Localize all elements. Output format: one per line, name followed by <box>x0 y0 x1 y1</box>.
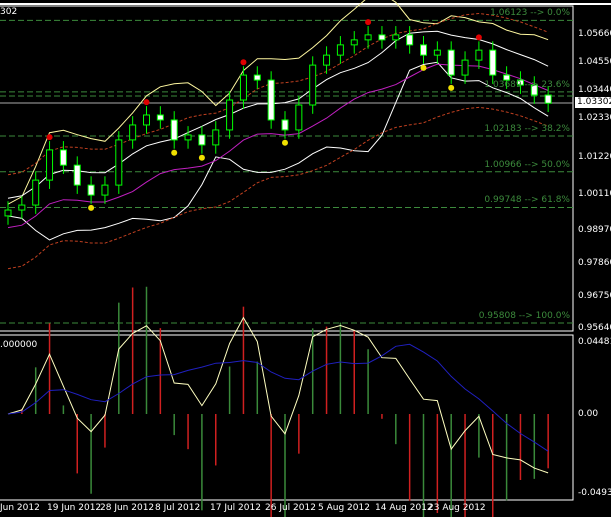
candle-body <box>18 204 26 211</box>
fib-level-label: 1.03689 --> 23.6% <box>484 79 570 90</box>
fib-level-label: 1.00966 --> 50.0% <box>484 159 570 170</box>
candle-body <box>336 44 344 56</box>
candle-body <box>129 124 137 141</box>
osc-axis-bottom: -0.04934 <box>578 488 611 498</box>
date-label: 28 Jun 2012 <box>100 503 155 513</box>
price-axis-label: 1.01220 <box>578 152 611 162</box>
candle-body <box>489 49 497 76</box>
candle-body <box>115 139 123 186</box>
price-axis-label: 0.95640 <box>578 323 611 333</box>
candle-body <box>101 184 109 196</box>
bollinger-mid <box>7 30 549 199</box>
fractal-down-dot <box>448 84 455 91</box>
candle-body <box>226 99 234 131</box>
date-label: Jun 2012 <box>0 503 40 513</box>
bollinger-lower <box>7 61 549 241</box>
signal-line <box>7 343 549 452</box>
candle-body <box>406 34 414 46</box>
fib-level-label: 0.95808 --> 100.0% <box>478 311 570 322</box>
fractal-down-dot <box>88 204 95 211</box>
candle-body <box>212 129 220 146</box>
osc-axis-top: 0.04481 <box>578 337 611 347</box>
fractal-down-dot <box>420 64 427 71</box>
candle-body <box>447 49 455 76</box>
price-axis-label: 0.97860 <box>578 258 611 268</box>
candle-body <box>378 34 386 41</box>
candle-body <box>32 179 40 206</box>
fractal-up-dot <box>475 34 482 41</box>
candle-body <box>461 59 469 76</box>
chart-canvas[interactable] <box>0 0 611 517</box>
date-label: 14 Aug 2012 <box>375 503 433 513</box>
candle-body <box>350 39 358 46</box>
candle-body <box>253 74 261 81</box>
date-label: 5 Aug 2012 <box>318 503 370 513</box>
fractal-down-dot <box>282 139 288 146</box>
candle-body <box>281 119 289 131</box>
candle-body <box>143 114 150 126</box>
oscillator-line <box>7 316 549 474</box>
candle-body <box>309 64 317 106</box>
price-axis-label: 1.02330 <box>578 113 611 123</box>
candle-body <box>433 49 441 56</box>
symbol-tag: 302 <box>0 7 18 17</box>
candle-body <box>364 34 372 41</box>
date-label: 19 Jun 2012 <box>47 503 102 513</box>
oscillator-tag: .000000 <box>0 340 38 350</box>
candle-body <box>87 184 95 196</box>
date-label: 8 Jul 2012 <box>155 503 201 513</box>
candle-body <box>184 134 192 141</box>
osc-axis-zero: 0.00 <box>578 409 599 419</box>
fractal-up-dot <box>46 134 53 141</box>
candle-body <box>544 94 552 104</box>
candle-body <box>475 49 483 61</box>
oscillator-pane-frame <box>0 334 574 501</box>
price-axis-label: 1.03440 <box>578 85 611 95</box>
candle-body <box>4 209 12 217</box>
fractal-down-dot <box>198 154 205 161</box>
bollinger-upper <box>7 0 549 205</box>
candle-body <box>239 74 247 101</box>
candle-body <box>156 114 164 121</box>
candle-body <box>59 149 67 166</box>
candle-body <box>392 34 400 41</box>
price-axis-label: 0.98970 <box>578 225 611 235</box>
price-axis-label: 0.96750 <box>578 291 611 301</box>
candle-body <box>46 149 54 181</box>
price-axis-label: 1.05660 <box>578 29 611 39</box>
candle-body <box>198 134 206 146</box>
fractal-up-dot <box>240 59 247 66</box>
candle-body <box>73 164 81 186</box>
price-axis-label: 1.04550 <box>578 57 611 67</box>
fib-level-label: 0.99748 --> 61.8% <box>484 195 570 206</box>
candle-body <box>295 104 303 131</box>
date-label: 17 Jul 2012 <box>210 503 261 513</box>
moving-average <box>7 63 549 229</box>
fractal-down-dot <box>171 149 178 156</box>
fractal-up-dot <box>365 19 372 26</box>
date-label: 26 Jul 2012 <box>265 503 316 513</box>
date-label: 23 Aug 2012 <box>428 503 486 513</box>
price-axis-label: 1.00110 <box>578 189 611 199</box>
candle-body <box>267 79 275 121</box>
fractal-up-dot <box>143 99 150 106</box>
current-price-tag: 1.03302 <box>575 97 611 108</box>
candle-body <box>170 119 178 141</box>
fib-level-label: 1.06123 --> 0.0% <box>490 8 570 19</box>
fib-level-label: 1.02183 --> 38.2% <box>484 124 570 134</box>
candle-body <box>323 54 331 66</box>
candle-body <box>420 44 427 56</box>
